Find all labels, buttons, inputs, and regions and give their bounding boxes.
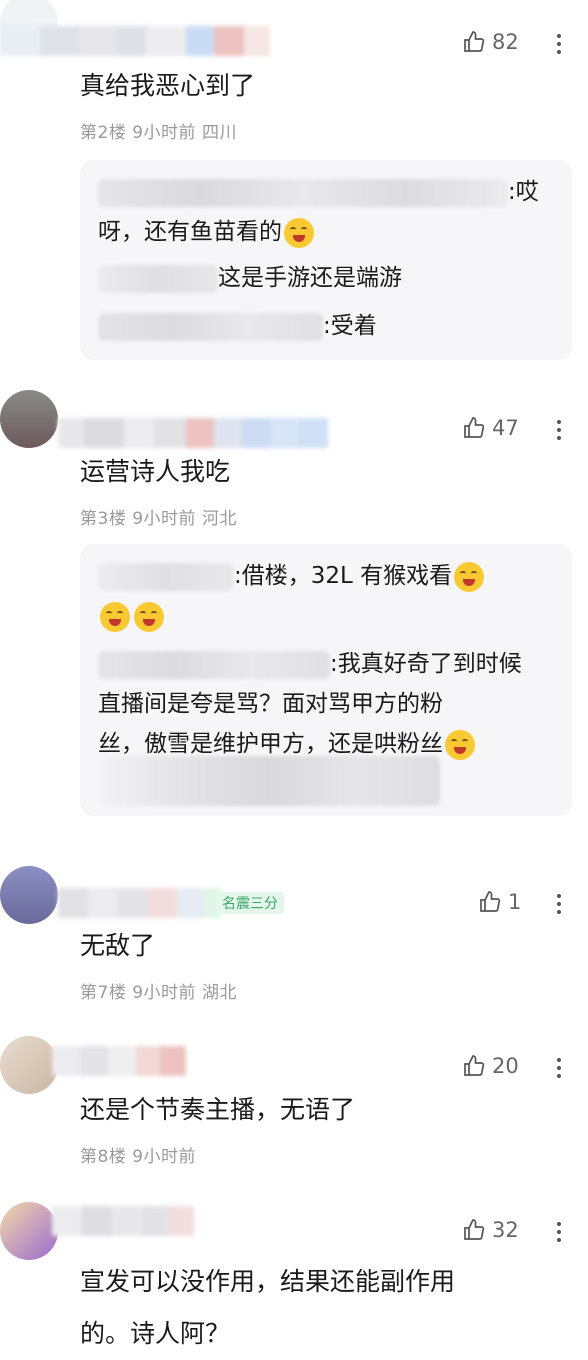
reply-text: 这是手游还是端游 — [218, 265, 402, 291]
more-button[interactable] — [552, 30, 566, 58]
blurred-username[interactable] — [98, 312, 323, 341]
thumbs-up-icon — [480, 891, 501, 912]
reply-text-line1: :我真好奇了到时候 — [330, 651, 522, 677]
like-count: 82 — [492, 30, 519, 54]
like-button[interactable]: 32 — [462, 1218, 519, 1242]
emoji-icon — [454, 561, 485, 592]
like-button[interactable]: 20 — [462, 1054, 519, 1078]
reply-text-line1: :哎 — [508, 179, 539, 205]
thumbs-up-icon — [464, 417, 485, 438]
thumbs-up-icon — [464, 1219, 485, 1240]
comment-item: 32 宣发可以没作用，结果还能副作用 的。诗人阿？ — [0, 1190, 588, 1358]
emoji-icon — [445, 729, 475, 760]
avatar[interactable] — [0, 1202, 58, 1260]
blurred-username[interactable] — [52, 1206, 194, 1236]
avatar[interactable] — [0, 390, 58, 448]
comment-meta: 第8楼 9小时前 — [80, 1147, 197, 1167]
blurred-username[interactable] — [0, 26, 270, 56]
comment-meta: 第7楼 9小时前 湖北 — [80, 983, 237, 1003]
reply-text-line2: 呀，还有鱼苗看的 — [98, 219, 282, 245]
reply-item[interactable]: :受着 — [98, 306, 554, 346]
comment-text: 还是个节奏主播，无语了 — [80, 1095, 356, 1124]
thumbs-up-icon — [464, 1055, 485, 1076]
emoji-icon — [134, 601, 164, 632]
more-vertical-icon — [552, 1222, 566, 1242]
reply-text: :受着 — [323, 313, 377, 339]
like-button[interactable]: 1 — [478, 890, 521, 914]
comment-meta: 第2楼 9小时前 四川 — [80, 123, 237, 143]
comment-text: 运营诗人我吃 — [80, 457, 231, 486]
blurred-username[interactable] — [98, 178, 508, 207]
reply-item[interactable]: :借楼，32L 有猴戏看 — [98, 556, 554, 636]
reply-text: :借楼，32L 有猴戏看 — [234, 563, 453, 589]
blurred-username[interactable] — [98, 650, 330, 679]
reply-text-line2: 直播间是夸是骂？面对骂甲方的粉 — [98, 691, 443, 717]
like-count: 1 — [508, 890, 522, 914]
like-button[interactable]: 82 — [462, 30, 519, 54]
thumbs-up-icon — [464, 31, 485, 52]
more-vertical-icon — [552, 1058, 566, 1078]
blurred-reply[interactable] — [100, 756, 440, 806]
comment-item: 名震三分 1 无敌了 第7楼 9小时前 湖北 — [0, 858, 588, 1008]
reply-item[interactable]: 这是手游还是端游 — [98, 258, 554, 298]
comment-item: 47 运营诗人我吃 第3楼 9小时前 河北 :借楼，32L 有猴戏看 :我真好奇… — [0, 380, 588, 830]
reply-box[interactable]: :借楼，32L 有猴戏看 :我真好奇了到时候 直播间是夸是骂？面对骂甲方的粉 丝… — [80, 544, 572, 816]
comment-item: 82 真给我恶心到了 第2楼 9小时前 四川 :哎 呀，还有鱼苗看的 这是手游还… — [0, 0, 588, 370]
more-button[interactable] — [552, 1218, 566, 1246]
comment-item: 20 还是个节奏主播，无语了 第8楼 9小时前 — [0, 1024, 588, 1174]
reply-text-line3: 丝，傲雪是维护甲方，还是哄粉丝 — [98, 731, 443, 757]
more-button[interactable] — [552, 890, 566, 918]
comment-meta: 第3楼 9小时前 河北 — [80, 509, 237, 529]
more-vertical-icon — [552, 34, 566, 54]
comment-text: 真给我恶心到了 — [80, 71, 256, 100]
avatar[interactable] — [0, 1036, 58, 1094]
comment-text: 无敌了 — [80, 931, 156, 960]
comment-text-line1: 宣发可以没作用，结果还能副作用 — [80, 1267, 456, 1296]
like-count: 47 — [492, 416, 519, 440]
user-badge: 名震三分 — [216, 892, 284, 914]
more-button[interactable] — [552, 416, 566, 444]
more-button[interactable] — [552, 1054, 566, 1082]
emoji-icon — [100, 601, 130, 632]
blurred-username[interactable] — [98, 264, 218, 293]
avatar[interactable] — [0, 866, 58, 924]
like-button[interactable]: 47 — [462, 416, 519, 440]
more-vertical-icon — [552, 894, 566, 914]
blurred-username[interactable] — [98, 562, 234, 591]
like-count: 32 — [492, 1218, 519, 1242]
reply-box[interactable]: :哎 呀，还有鱼苗看的 这是手游还是端游 :受着 — [80, 160, 572, 360]
comment-text-line2: 的。诗人阿？ — [80, 1319, 231, 1348]
blurred-username[interactable] — [58, 888, 222, 918]
comment-text: 宣发可以没作用，结果还能副作用 的。诗人阿？ — [80, 1256, 455, 1360]
more-vertical-icon — [552, 420, 566, 440]
reply-item[interactable]: :我真好奇了到时候 直播间是夸是骂？面对骂甲方的粉 丝，傲雪是维护甲方，还是哄粉… — [98, 644, 554, 764]
reply-item[interactable]: :哎 呀，还有鱼苗看的 — [98, 172, 554, 252]
emoji-icon — [284, 217, 314, 248]
blurred-username[interactable] — [58, 418, 328, 448]
like-count: 20 — [492, 1054, 519, 1078]
blurred-username[interactable] — [52, 1046, 186, 1076]
